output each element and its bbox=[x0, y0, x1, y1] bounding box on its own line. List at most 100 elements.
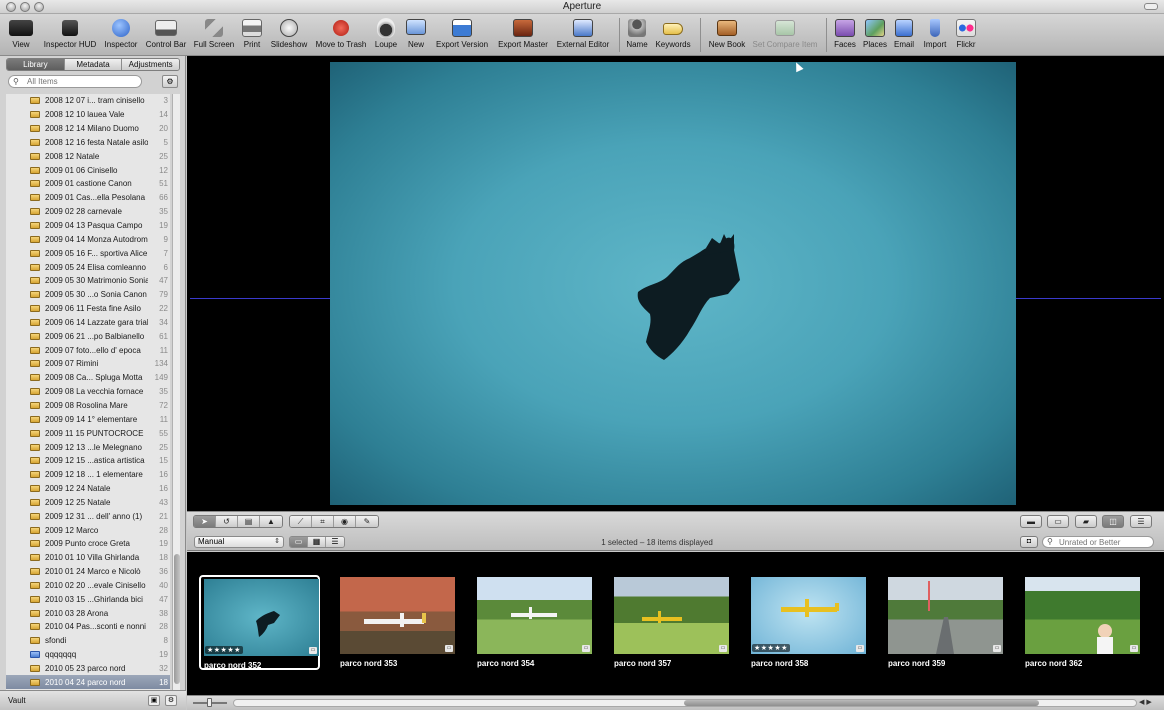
thumbnail[interactable]: ★★★★★ ▭ parco nord 352 bbox=[199, 575, 320, 670]
project-item[interactable]: 2008 12 14 Milano Duomo 20 bbox=[6, 122, 170, 136]
split-view-button[interactable]: ◫ bbox=[1102, 515, 1124, 528]
crop-tool-button[interactable]: ⌗ bbox=[312, 516, 334, 527]
main-photo[interactable] bbox=[330, 62, 1016, 505]
project-item[interactable]: 2009 05 24 Elisa comleanno 6 bbox=[6, 260, 170, 274]
project-item[interactable]: 2009 09 14 1° elementare 11 bbox=[6, 412, 170, 426]
flickr-button[interactable]: Flickr bbox=[953, 14, 979, 56]
new-button[interactable]: New bbox=[402, 14, 430, 56]
project-item[interactable]: 2009 11 15 PUNTOCROCE 55 bbox=[6, 426, 170, 440]
project-item[interactable]: 2009 12 31 ... dell' anno (1) 21 bbox=[6, 509, 170, 523]
project-item[interactable]: 2009 08 Ca... Spluga Motta 149 bbox=[6, 371, 170, 385]
view-button[interactable]: View bbox=[4, 14, 38, 56]
rating-stars[interactable]: ★★★★★ bbox=[205, 646, 243, 654]
stack-tool-button[interactable]: ▤ bbox=[238, 516, 260, 527]
scrollbar-thumb[interactable] bbox=[174, 554, 180, 684]
project-item[interactable]: 2010 03 28 Arona 38 bbox=[6, 606, 170, 620]
rotate-tool-button[interactable]: ↺ bbox=[216, 516, 238, 527]
browser-only-button[interactable]: ☰ bbox=[1130, 515, 1152, 528]
project-item[interactable]: 2008 12 16 festa Natale asilo 5 bbox=[6, 136, 170, 150]
project-item[interactable]: 2009 12 24 Natale 16 bbox=[6, 482, 170, 496]
project-item[interactable]: 2009 12 25 Natale 43 bbox=[6, 495, 170, 509]
set-compare-item-button[interactable]: Set Compare Item bbox=[750, 14, 820, 56]
inspector-hud-button[interactable]: Inspector HUD bbox=[40, 14, 100, 56]
export-version-button[interactable]: Export Version bbox=[432, 14, 492, 56]
project-item[interactable]: 2009 06 14 Lazzate gara trial 34 bbox=[6, 316, 170, 330]
inspector-button[interactable]: Inspector bbox=[100, 14, 142, 56]
project-list-scrollbar[interactable] bbox=[172, 94, 180, 690]
viewer-pane[interactable] bbox=[187, 56, 1164, 511]
project-item[interactable]: 2008 12 10 lauea Vale 14 bbox=[6, 108, 170, 122]
full-screen-button[interactable]: Full Screen bbox=[192, 14, 236, 56]
list-view-button[interactable]: ☰ bbox=[326, 537, 344, 547]
project-item[interactable]: 2010 01 24 Marco e Nicolò 36 bbox=[6, 565, 170, 579]
project-item[interactable]: 2009 01 06 Cinisello 12 bbox=[6, 163, 170, 177]
keywords-button[interactable]: Keywords bbox=[652, 14, 694, 56]
lift-stamp-tool-button[interactable]: ▲ bbox=[260, 516, 282, 527]
slider-knob[interactable] bbox=[207, 698, 212, 707]
new-book-button[interactable]: New Book bbox=[706, 14, 748, 56]
slideshow-button[interactable]: Slideshow bbox=[268, 14, 310, 56]
project-item[interactable]: 2009 07 foto...ello d' epoca 11 bbox=[6, 343, 170, 357]
thumbnail[interactable]: ▭ parco nord 354 bbox=[474, 575, 595, 670]
import-button[interactable]: Import bbox=[920, 14, 950, 56]
primary-only-button[interactable]: ▬ bbox=[1020, 515, 1042, 528]
print-button[interactable]: Print bbox=[238, 14, 266, 56]
move-to-trash-button[interactable]: Move to Trash bbox=[312, 14, 370, 56]
vault-action-button[interactable]: ⚙ bbox=[165, 695, 177, 706]
tab-adjustments[interactable]: Adjustments bbox=[122, 59, 179, 70]
toolbar-toggle-button[interactable] bbox=[1144, 3, 1158, 10]
project-item[interactable]: qqqqqqq 19 bbox=[6, 648, 170, 662]
project-item[interactable]: 2009 05 16 F... sportiva Alice 7 bbox=[6, 246, 170, 260]
project-item[interactable]: 2009 04 14 Monza Autodromo 9 bbox=[6, 232, 170, 246]
thumbnail[interactable]: ▭ parco nord 357 bbox=[611, 575, 732, 670]
project-item[interactable]: 2009 07 Rimini 134 bbox=[6, 357, 170, 371]
library-action-gear-button[interactable]: ⚙ bbox=[162, 75, 178, 88]
project-item[interactable]: 2009 01 castione Canon 51 bbox=[6, 177, 170, 191]
control-bar-button[interactable]: Control Bar bbox=[143, 14, 189, 56]
vault-add-button[interactable]: ▣ bbox=[148, 695, 160, 706]
project-item[interactable]: 2010 04 Pas...sconti e nonni 28 bbox=[6, 620, 170, 634]
project-item[interactable]: 2009 08 Rosolina Mare 72 bbox=[6, 399, 170, 413]
straighten-tool-button[interactable]: ⟋ bbox=[290, 516, 312, 527]
project-item[interactable]: 2009 02 28 carnevale 35 bbox=[6, 205, 170, 219]
project-item[interactable]: 2009 06 11 Festa fine Asilo 22 bbox=[6, 302, 170, 316]
tab-library[interactable]: Library bbox=[7, 59, 65, 70]
tab-metadata[interactable]: Metadata bbox=[64, 59, 123, 70]
thumbnail-size-slider[interactable] bbox=[193, 698, 227, 707]
project-item[interactable]: 2009 12 Marco 28 bbox=[6, 523, 170, 537]
loupe-button[interactable]: Loupe bbox=[372, 14, 400, 56]
viewer-mode-button[interactable]: ▭ bbox=[1047, 515, 1069, 528]
scrollbar-thumb[interactable] bbox=[684, 700, 1039, 706]
thumbnail[interactable]: ▭ parco nord 362 bbox=[1022, 575, 1143, 670]
project-item[interactable]: 2010 05 23 parco nord 32 bbox=[6, 662, 170, 676]
grid-view-button[interactable]: ▦ bbox=[308, 537, 326, 547]
filter-search-input[interactable] bbox=[1059, 537, 1151, 547]
name-button[interactable]: Name bbox=[624, 14, 650, 56]
thumbnail[interactable]: ★★★★★ ▭ parco nord 358 bbox=[748, 575, 869, 670]
email-button[interactable]: Email bbox=[892, 14, 916, 56]
project-item[interactable]: 2010 01 10 Villa Ghirlanda 18 bbox=[6, 551, 170, 565]
sort-select[interactable]: Manual ⇕ bbox=[194, 536, 284, 548]
project-item[interactable]: sfondi 8 bbox=[6, 634, 170, 648]
brush-tool-button[interactable]: ✎ bbox=[356, 516, 378, 527]
faces-button[interactable]: Faces bbox=[832, 14, 858, 56]
project-item[interactable]: 2009 04 13 Pasqua Campo 19 bbox=[6, 219, 170, 233]
project-item[interactable]: 2008 12 Natale 25 bbox=[6, 149, 170, 163]
filmstrip-view-button[interactable]: ▭ bbox=[290, 537, 308, 547]
rating-stars[interactable]: ★★★★★ bbox=[752, 644, 790, 652]
project-item[interactable]: 2010 02 20 ...evale Cinisello 40 bbox=[6, 579, 170, 593]
thumbnail[interactable]: ▭ parco nord 353 bbox=[337, 575, 458, 670]
project-item[interactable]: 2009 05 30 ...o Sonia Canon 79 bbox=[6, 288, 170, 302]
red-eye-tool-button[interactable]: ◉ bbox=[334, 516, 356, 527]
selection-tool-button[interactable]: ➤ bbox=[194, 516, 216, 527]
scroll-arrows-icon[interactable]: ◀ ▶ bbox=[1139, 698, 1152, 706]
project-item[interactable]: 2009 Punto croce Greta 19 bbox=[6, 537, 170, 551]
project-item[interactable]: 2008 12 07 i... tram cinisello 3 bbox=[6, 94, 170, 108]
project-item[interactable]: 2010 04 24 parco nord 18 bbox=[6, 675, 170, 690]
project-item[interactable]: 2009 12 18 ... 1 elementare 16 bbox=[6, 468, 170, 482]
library-search-input[interactable] bbox=[27, 76, 137, 87]
project-item[interactable]: 2009 12 15 ...astica artistica 15 bbox=[6, 454, 170, 468]
project-item[interactable]: 2009 12 13 ...le Melegnano 25 bbox=[6, 440, 170, 454]
thumbnail[interactable]: ▭ parco nord 359 bbox=[885, 575, 1006, 670]
project-item[interactable]: 2009 01 Cas...ella Pesolana 66 bbox=[6, 191, 170, 205]
